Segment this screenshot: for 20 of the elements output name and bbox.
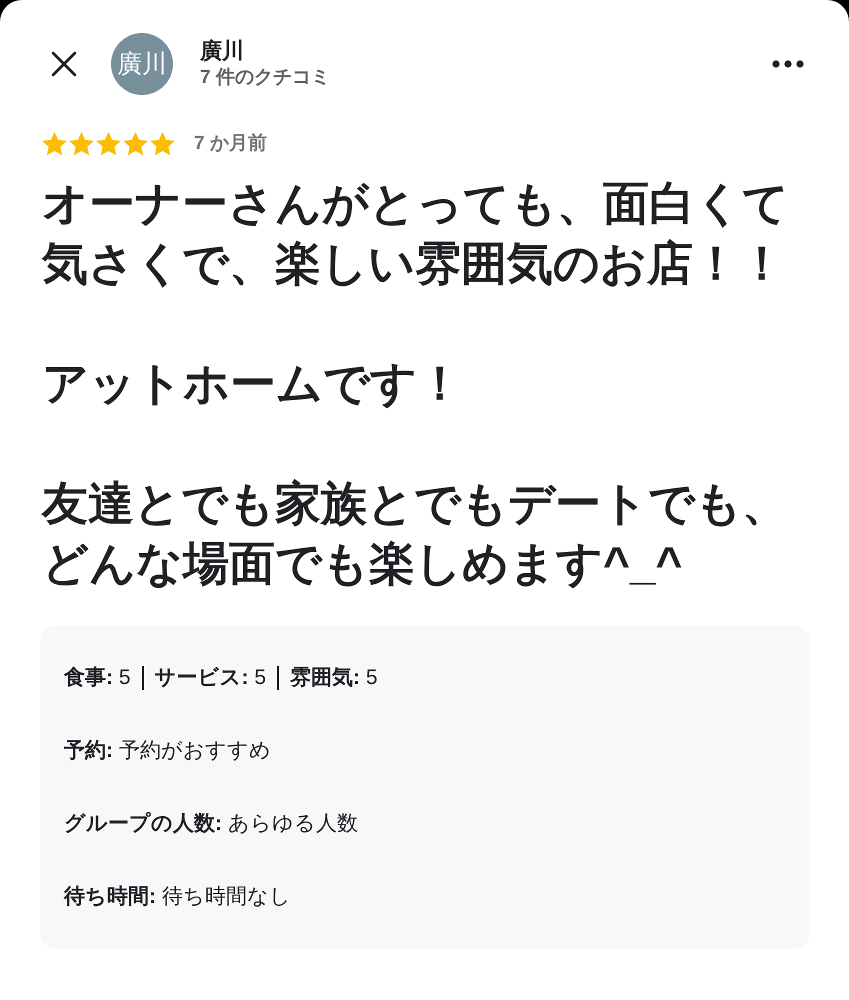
star-filled-icon (69, 132, 94, 156)
star-filled-icon (96, 132, 121, 156)
review-text: 友達とでも家族とでもデートでも、どんな場面でも楽しめます^_^ (42, 476, 789, 591)
detail-text: 待ち時間: 待ち時間なし (64, 884, 291, 910)
star-filled-icon (150, 132, 175, 156)
more-icon (772, 60, 804, 68)
score-text: サービス: 5 (154, 665, 266, 691)
review-count: 7 件のクチコミ (200, 66, 330, 90)
close-icon (51, 51, 77, 77)
detail-text: 予約: 予約がおすすめ (64, 738, 271, 764)
reviewer-name: 廣川 (200, 37, 245, 65)
avatar: 廣川 (111, 33, 173, 95)
review-text: アットホームです！ (42, 356, 464, 411)
star-filled-icon (42, 132, 67, 156)
detail-text: グループの人数: あらゆる人数 (64, 810, 358, 837)
review-time: 7 か月前 (194, 132, 267, 156)
review-text: オーナーさんがとっても、面白くて気さくで、楽しい雰囲気のお店！！ (42, 176, 790, 291)
score-text: 雰囲気: 5 (290, 665, 378, 691)
score-text: 食事: 5 (64, 665, 131, 691)
star-filled-icon (123, 132, 148, 156)
